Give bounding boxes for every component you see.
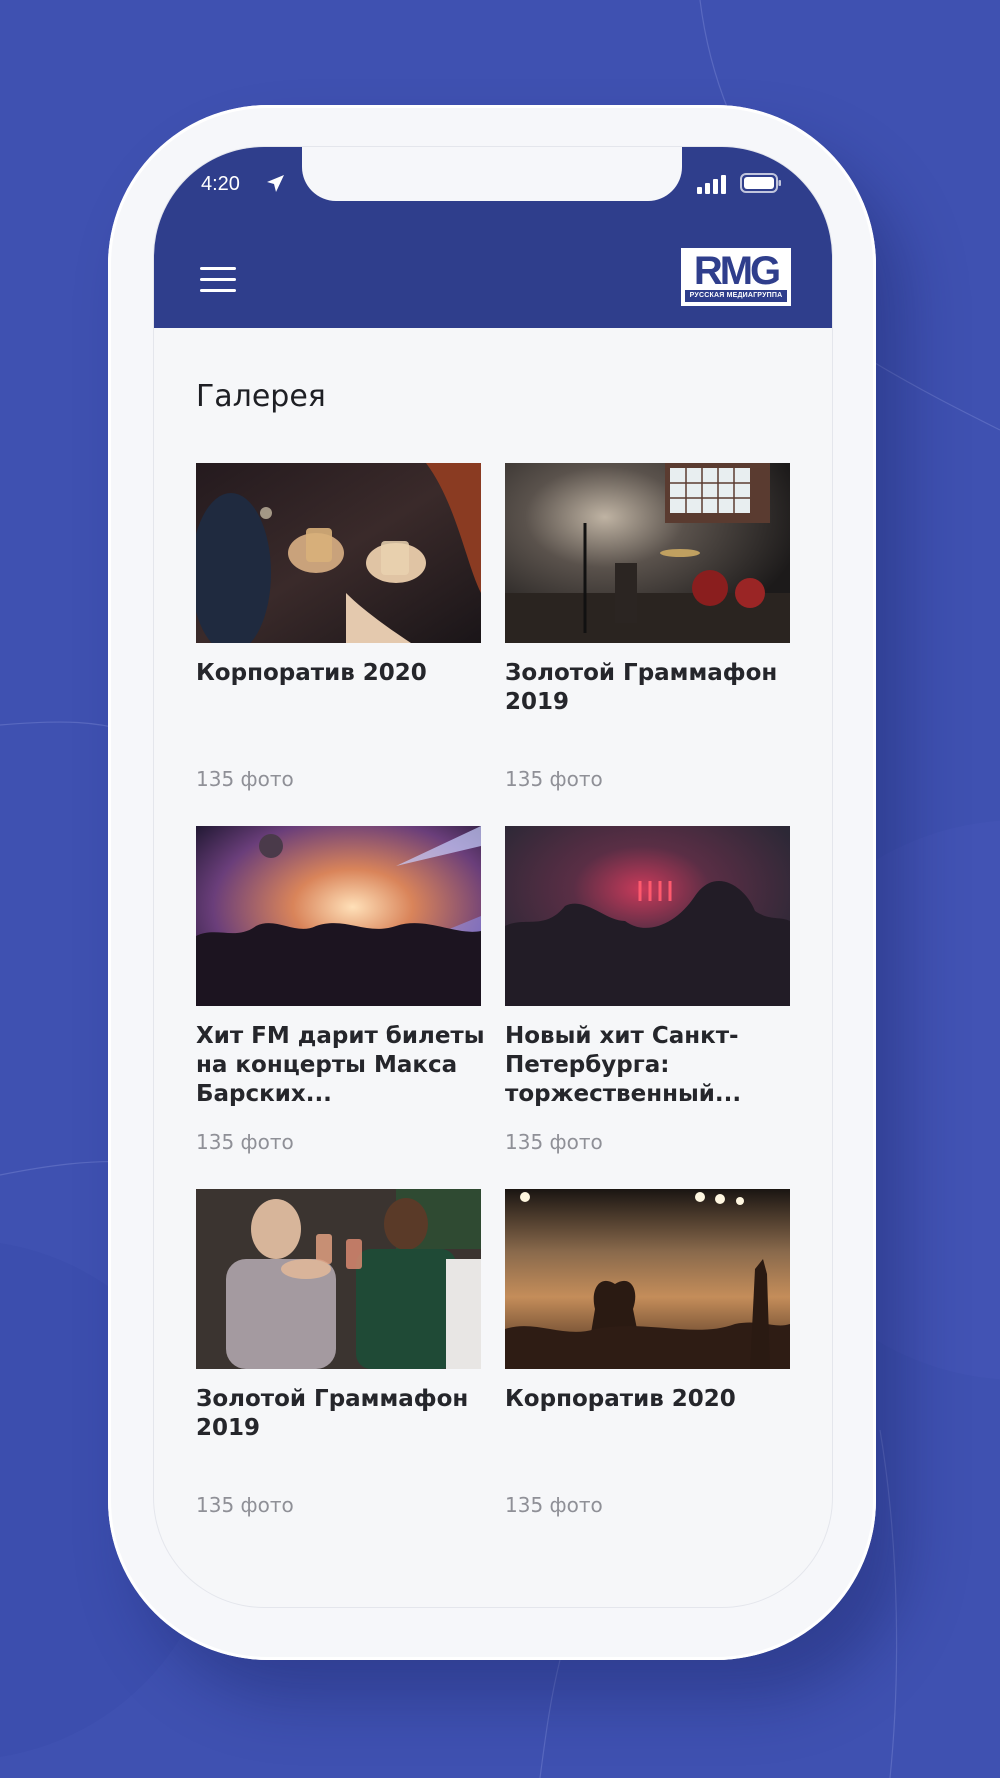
rmg-logo[interactable]: RMG РУССКАЯ МЕДИАГРУППА bbox=[681, 248, 791, 306]
photo-count: 135 фото bbox=[196, 1130, 294, 1154]
photo-count: 135 фото bbox=[196, 767, 294, 791]
gallery-thumbnail bbox=[196, 463, 481, 643]
party-drinks-photo bbox=[196, 463, 481, 643]
signal-icon bbox=[697, 175, 726, 194]
heart-hands-concert-photo bbox=[505, 1189, 790, 1369]
photo-count: 135 фото bbox=[196, 1493, 294, 1517]
gallery-thumbnail bbox=[505, 463, 790, 643]
logo-caption: РУССКАЯ МЕДИАГРУППА bbox=[685, 290, 787, 302]
photo-count: 135 фото bbox=[505, 767, 603, 791]
photo-count: 135 фото bbox=[505, 1493, 603, 1517]
phone-notch bbox=[302, 147, 682, 201]
gallery-thumbnail bbox=[196, 826, 481, 1006]
gallery-thumbnail bbox=[505, 1189, 790, 1369]
gallery-title: Хит FM дарит билеты на концерты Макса Ба… bbox=[196, 1023, 485, 1107]
gallery-title: Золотой Граммафон 2019 bbox=[505, 660, 778, 715]
friends-toast-photo bbox=[196, 1189, 481, 1369]
status-time: 4:20 bbox=[201, 173, 240, 195]
gallery-title: Корпоратив 2020 bbox=[505, 1386, 736, 1412]
gallery-title: Корпоратив 2020 bbox=[196, 660, 427, 686]
gallery-title: Золотой Граммафон 2019 bbox=[196, 1386, 469, 1441]
gallery-title: Новый хит Санкт-Петербурга: торжественны… bbox=[505, 1023, 742, 1107]
location-arrow-icon bbox=[267, 175, 284, 192]
stage-drums-photo bbox=[505, 463, 790, 643]
hamburger-menu-icon[interactable] bbox=[200, 267, 236, 295]
red-light-crowd-photo bbox=[505, 826, 790, 1006]
phone-frame: 4:20 RMG РУССКАЯ МЕДИАГРУППА Галерея Кор… bbox=[108, 105, 876, 1660]
app-bar: 4:20 RMG РУССКАЯ МЕДИАГРУППА bbox=[154, 147, 832, 328]
gallery-thumbnail bbox=[505, 826, 790, 1006]
page-title: Галерея bbox=[196, 379, 326, 414]
battery-icon bbox=[740, 173, 781, 193]
gallery-thumbnail bbox=[196, 1189, 481, 1369]
concert-crowd-photo bbox=[196, 826, 481, 1006]
logo-letters: RMG bbox=[693, 249, 781, 293]
photo-count: 135 фото bbox=[505, 1130, 603, 1154]
phone-screen: 4:20 RMG РУССКАЯ МЕДИАГРУППА Галерея Кор… bbox=[154, 147, 832, 1607]
